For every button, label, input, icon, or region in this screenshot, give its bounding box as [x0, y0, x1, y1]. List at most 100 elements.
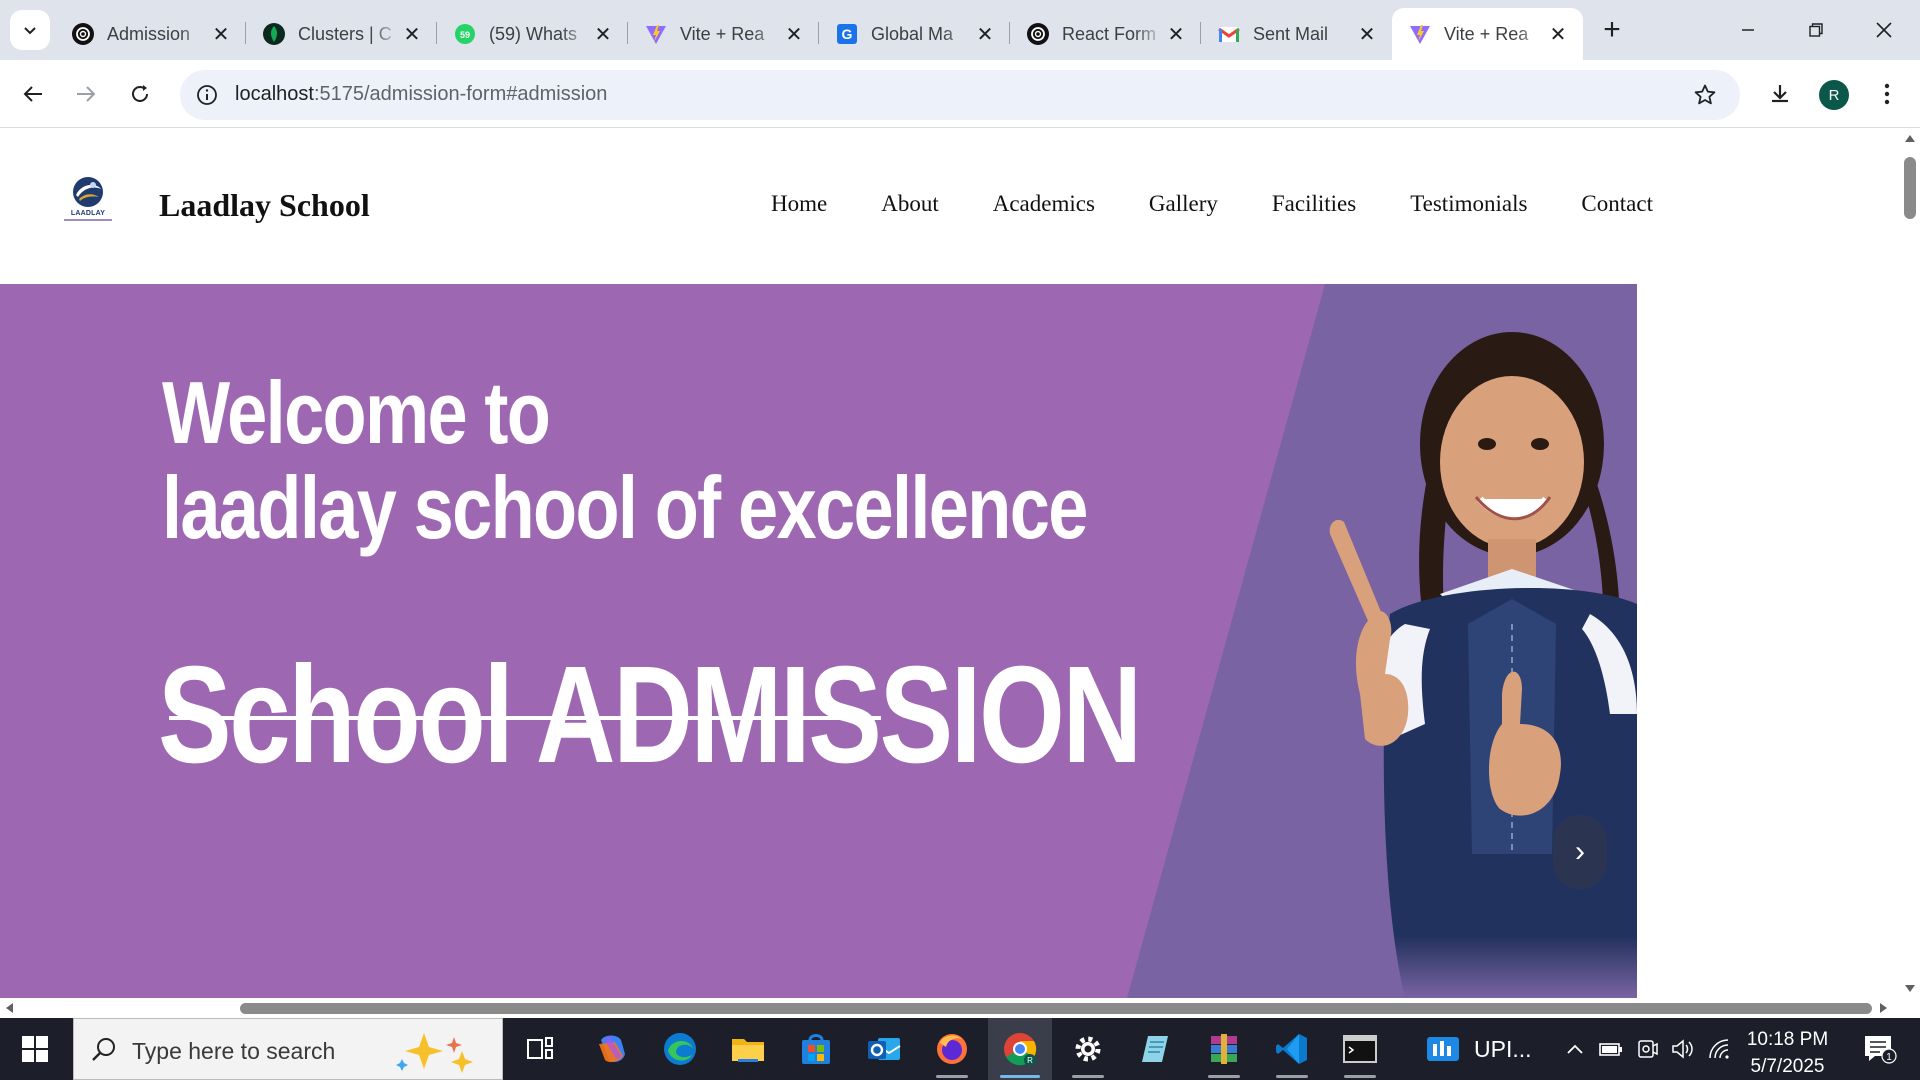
edge-icon [664, 1033, 696, 1065]
scroll-right-arrow-icon[interactable] [1880, 1003, 1887, 1013]
edge-app[interactable] [648, 1018, 712, 1080]
windows-logo-icon [22, 1036, 48, 1062]
tab-search-button[interactable] [10, 10, 50, 50]
svg-text:R: R [1027, 1056, 1033, 1065]
winrar-app[interactable] [1192, 1018, 1256, 1080]
notification-center-button[interactable]: 1 [1850, 1018, 1910, 1080]
nav-gallery[interactable]: Gallery [1149, 191, 1218, 217]
close-icon[interactable]: ✕ [210, 23, 232, 46]
vscode-icon [1276, 1034, 1307, 1064]
notification-count: 1 [1886, 1052, 1892, 1063]
show-hidden-icons-button[interactable] [1558, 1018, 1592, 1080]
close-icon[interactable]: ✕ [1165, 23, 1187, 46]
nav-facilities[interactable]: Facilities [1272, 191, 1356, 217]
tab-whatsapp[interactable]: 59 (59) Whats ✕ [437, 8, 628, 60]
scrollbar-thumb[interactable] [240, 1003, 1872, 1014]
start-button[interactable] [0, 1018, 70, 1080]
carousel-next-button[interactable]: › [1553, 815, 1607, 889]
reload-button[interactable] [120, 74, 160, 114]
hero-heading-line-2: laadlay school of excellence [162, 458, 1088, 557]
terminal-app[interactable] [1328, 1018, 1392, 1080]
copilot-app[interactable] [580, 1018, 644, 1080]
nav-contact[interactable]: Contact [1581, 191, 1653, 217]
settings-app[interactable] [1056, 1018, 1120, 1080]
download-icon [1772, 85, 1788, 103]
firefox-app[interactable] [920, 1018, 984, 1080]
tab-vite-active[interactable]: Vite + Rea ✕ [1392, 8, 1583, 60]
tab-global[interactable]: G Global Ma ✕ [819, 8, 1010, 60]
close-icon[interactable]: ✕ [974, 23, 996, 46]
nav-testimonials[interactable]: Testimonials [1410, 191, 1527, 217]
hero-heading-line-1: Welcome to [162, 363, 551, 462]
restore-button[interactable] [1788, 8, 1844, 52]
tab-title: Sent Mail [1253, 23, 1329, 44]
close-icon[interactable]: ✕ [1547, 23, 1569, 46]
school-logo[interactable]: LAADLAY [60, 175, 116, 231]
new-tab-button[interactable]: + [1596, 13, 1628, 46]
close-icon[interactable]: ✕ [783, 23, 805, 46]
volume-tray[interactable] [1666, 1018, 1700, 1080]
address-bar[interactable]: localhost:5175/admission-form#admission [180, 70, 1740, 120]
logo-tagline-bar [64, 219, 112, 221]
close-window-button[interactable] [1856, 8, 1912, 52]
tab-clusters[interactable]: Clusters | C ✕ [246, 8, 437, 60]
nav-academics[interactable]: Academics [993, 191, 1095, 217]
scroll-up-arrow-icon[interactable] [1905, 135, 1915, 142]
camera-icon [1638, 1040, 1658, 1058]
forward-button[interactable] [66, 74, 106, 114]
url-text[interactable]: localhost:5175/admission-form#admission [235, 83, 607, 106]
bookmark-star-icon[interactable] [1692, 82, 1718, 108]
horizontal-scrollbar[interactable] [0, 998, 1900, 1018]
folder-icon [732, 1039, 764, 1062]
site-info-icon[interactable] [194, 82, 220, 108]
file-explorer-app[interactable] [716, 1018, 780, 1080]
site-header: LAADLAY Laadlay School Home About Academ… [0, 129, 1900, 284]
site-title[interactable]: Laadlay School [159, 187, 370, 224]
outlook-app[interactable] [852, 1018, 916, 1080]
tab-title: Vite + Rea [1444, 23, 1529, 44]
chrome-app[interactable]: R [988, 1018, 1052, 1080]
tab-react-form[interactable]: React Form ✕ [1010, 8, 1201, 60]
close-icon[interactable]: ✕ [592, 23, 614, 46]
scroll-down-arrow-icon[interactable] [1905, 985, 1915, 992]
sparkle-icon [396, 1033, 473, 1073]
gear-icon [1075, 1036, 1101, 1062]
downloads-button[interactable] [1760, 74, 1800, 114]
tab-sent-mail[interactable]: Sent Mail ✕ [1201, 8, 1392, 60]
scroll-left-arrow-icon[interactable] [6, 1003, 13, 1013]
vertical-scrollbar[interactable] [1900, 129, 1920, 998]
taskbar-search-box[interactable]: Type here to search [73, 1018, 503, 1080]
search-placeholder: Type here to search [132, 1038, 336, 1064]
kebab-menu-icon [1884, 83, 1890, 105]
reload-icon [132, 85, 148, 102]
close-icon[interactable]: ✕ [401, 23, 423, 46]
notification-icon: 1 [1865, 1036, 1897, 1064]
browser-menu-button[interactable] [1867, 74, 1907, 114]
task-view-button[interactable] [508, 1018, 572, 1080]
back-button[interactable] [13, 74, 53, 114]
task-view-icon [527, 1037, 553, 1059]
upi-app[interactable]: UPI... [1426, 1018, 1546, 1080]
scrollbar-thumb[interactable] [1904, 157, 1916, 219]
notepad-app[interactable] [1124, 1018, 1188, 1080]
school-emblem-icon [73, 177, 103, 207]
tab-admission[interactable]: Admission ✕ [55, 8, 246, 60]
minimize-button[interactable] [1720, 8, 1776, 52]
vscode-app[interactable] [1260, 1018, 1324, 1080]
microsoft-store-app[interactable] [784, 1018, 848, 1080]
arrow-right-icon [77, 86, 96, 102]
close-icon[interactable]: ✕ [1356, 23, 1378, 46]
nav-home[interactable]: Home [771, 191, 827, 217]
meet-now-tray[interactable] [1630, 1018, 1664, 1080]
network-tray[interactable] [1702, 1018, 1736, 1080]
profile-avatar[interactable]: R [1819, 80, 1849, 110]
battery-icon [1599, 1043, 1622, 1056]
speaker-icon [1672, 1039, 1693, 1059]
tab-vite-1[interactable]: Vite + Rea ✕ [628, 8, 819, 60]
copilot-icon [599, 1035, 625, 1063]
taskbar-clock[interactable]: 10:18 PM 5/7/2025 [1740, 1026, 1835, 1080]
tab-title: (59) Whats [489, 23, 578, 44]
battery-tray[interactable] [1594, 1018, 1628, 1080]
nav-about[interactable]: About [881, 191, 939, 217]
notepad-icon [1142, 1036, 1168, 1062]
